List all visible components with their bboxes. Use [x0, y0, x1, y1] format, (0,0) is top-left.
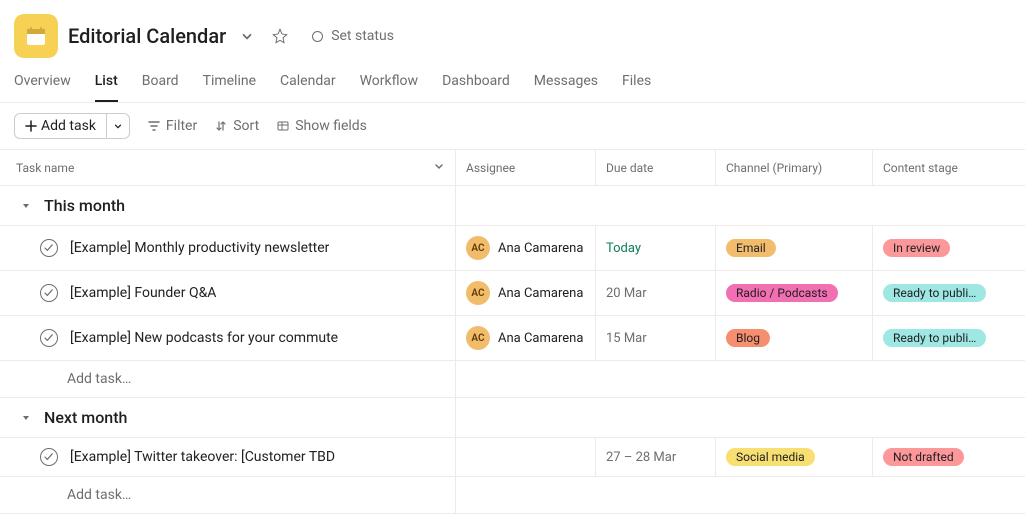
show-fields-label: Show fields — [295, 118, 367, 134]
sort-label: Sort — [233, 118, 259, 134]
filter-button[interactable]: Filter — [148, 118, 197, 134]
section-toggle-icon[interactable] — [20, 200, 32, 212]
assignee-name: Ana Camarena — [498, 331, 583, 346]
assignee-cell[interactable]: AC Ana Camarena — [456, 271, 596, 315]
stage-cell[interactable]: Ready to publi… — [873, 271, 1025, 315]
task-name[interactable]: [Example] Monthly productivity newslette… — [70, 240, 329, 256]
due-cell[interactable]: 20 Mar — [596, 271, 716, 315]
tab-workflow[interactable]: Workflow — [360, 74, 419, 102]
project-title[interactable]: Editorial Calendar — [68, 24, 226, 48]
star-icon[interactable] — [268, 24, 292, 48]
set-status-button[interactable]: Set status — [302, 24, 404, 48]
channel-cell[interactable]: Social media — [716, 438, 873, 476]
stage-cell[interactable]: Ready to publi… — [873, 316, 1025, 360]
assignee-cell[interactable]: AC Ana Camarena — [456, 226, 596, 270]
complete-toggle[interactable] — [40, 448, 58, 466]
tab-timeline[interactable]: Timeline — [203, 74, 256, 102]
avatar: AC — [466, 326, 490, 350]
tab-dashboard[interactable]: Dashboard — [442, 74, 510, 102]
col-header-channel[interactable]: Channel (Primary) — [726, 161, 822, 175]
channel-tag: Social media — [726, 448, 815, 466]
task-name[interactable]: [Example] New podcasts for your commute — [70, 330, 338, 346]
section-title[interactable]: This month — [44, 196, 125, 215]
add-task-button[interactable]: Add task — [14, 113, 106, 139]
col-name-dropdown-icon[interactable] — [433, 160, 445, 175]
avatar: AC — [466, 236, 490, 260]
add-task-label: Add task — [41, 118, 96, 134]
channel-cell[interactable]: Radio / Podcasts — [716, 271, 873, 315]
assignee-cell[interactable]: AC Ana Camarena — [456, 316, 596, 360]
col-header-name[interactable]: Task name — [16, 161, 74, 175]
complete-toggle[interactable] — [40, 284, 58, 302]
channel-cell[interactable]: Blog — [716, 316, 873, 360]
status-circle-icon — [312, 31, 323, 42]
stage-tag: In review — [883, 239, 950, 257]
add-task-dropdown[interactable] — [106, 113, 130, 139]
section-title[interactable]: Next month — [44, 408, 127, 427]
add-task-inline[interactable]: Add task… — [0, 361, 456, 397]
stage-tag: Ready to publi… — [883, 284, 986, 302]
assignee-name: Ana Camarena — [498, 241, 583, 256]
channel-tag: Email — [726, 239, 776, 257]
stage-tag: Ready to publi… — [883, 329, 986, 347]
tab-calendar[interactable]: Calendar — [280, 74, 336, 102]
tab-files[interactable]: Files — [622, 74, 651, 102]
title-dropdown[interactable] — [236, 25, 258, 47]
project-icon[interactable] — [14, 14, 58, 58]
col-header-assignee[interactable]: Assignee — [466, 161, 515, 175]
set-status-label: Set status — [331, 28, 394, 44]
task-name[interactable]: [Example] Founder Q&A — [70, 285, 216, 301]
col-header-stage[interactable]: Content stage — [883, 161, 958, 175]
avatar: AC — [466, 281, 490, 305]
section-toggle-icon[interactable] — [20, 412, 32, 424]
due-date: 27 – 28 Mar — [606, 450, 676, 465]
due-cell[interactable]: Today — [596, 226, 716, 270]
assignee-name: Ana Camarena — [498, 286, 583, 301]
stage-tag: Not drafted — [883, 448, 964, 466]
tab-messages[interactable]: Messages — [534, 74, 598, 102]
add-task-inline[interactable]: Add task… — [0, 477, 456, 513]
col-header-due[interactable]: Due date — [606, 161, 653, 175]
due-date: 20 Mar — [606, 286, 647, 301]
task-name[interactable]: [Example] Twitter takeover: [Customer TB… — [70, 449, 335, 465]
tab-list[interactable]: List — [95, 74, 118, 102]
channel-tag: Blog — [726, 329, 770, 347]
channel-cell[interactable]: Email — [716, 226, 873, 270]
due-cell[interactable]: 15 Mar — [596, 316, 716, 360]
due-date: Today — [606, 241, 641, 256]
tab-board[interactable]: Board — [142, 74, 179, 102]
filter-label: Filter — [166, 118, 197, 134]
complete-toggle[interactable] — [40, 239, 58, 257]
stage-cell[interactable]: Not drafted — [873, 438, 1025, 476]
stage-cell[interactable]: In review — [873, 226, 1025, 270]
assignee-cell[interactable] — [456, 438, 596, 476]
sort-button[interactable]: Sort — [215, 118, 259, 134]
due-date: 15 Mar — [606, 331, 647, 346]
complete-toggle[interactable] — [40, 329, 58, 347]
due-cell[interactable]: 27 – 28 Mar — [596, 438, 716, 476]
channel-tag: Radio / Podcasts — [726, 284, 838, 302]
tab-overview[interactable]: Overview — [14, 74, 71, 102]
show-fields-button[interactable]: Show fields — [277, 118, 367, 134]
